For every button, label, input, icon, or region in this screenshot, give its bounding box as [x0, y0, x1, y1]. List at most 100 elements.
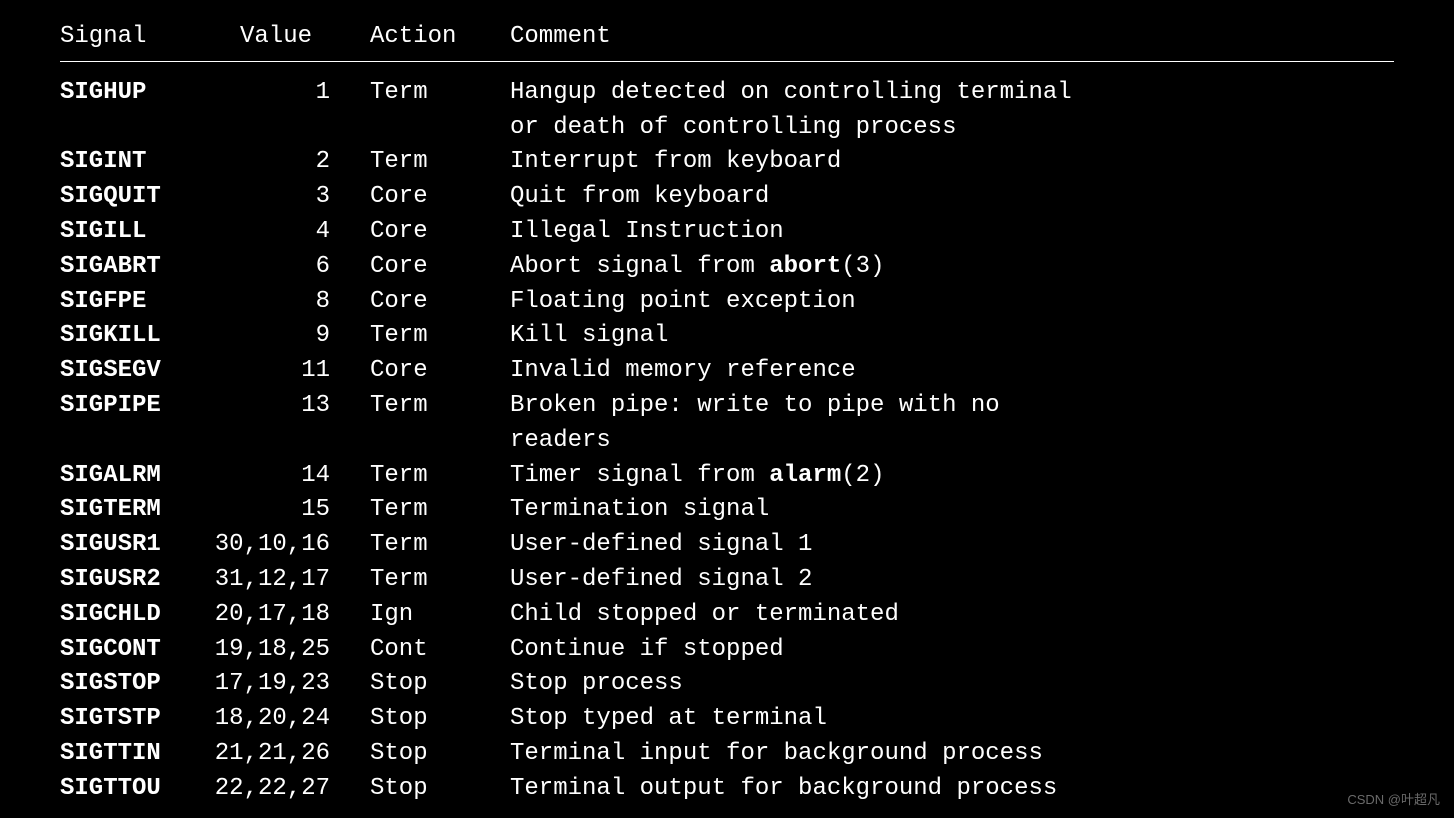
signal-action: Term — [370, 493, 510, 528]
signal-comment: Timer signal from alarm(2) — [510, 459, 1394, 494]
comment-text-pre: Timer signal from — [510, 462, 769, 489]
signal-name: SIGCHLD — [60, 598, 210, 633]
signal-comment: Broken pipe: write to pipe with no reade… — [510, 389, 1394, 459]
table-row: SIGINT 2TermInterrupt from keyboard — [60, 145, 1394, 180]
signal-name: SIGKILL — [60, 319, 210, 354]
signal-value: 2 — [210, 145, 370, 180]
signal-name: SIGTERM — [60, 493, 210, 528]
signal-name: SIGILL — [60, 215, 210, 250]
signal-action: Term — [370, 319, 510, 354]
signal-comment: Invalid memory reference — [510, 354, 1394, 389]
signal-value: 8 — [210, 285, 370, 320]
signal-action: Core — [370, 285, 510, 320]
table-row: SIGTSTP18,20,24StopStop typed at termina… — [60, 702, 1394, 737]
signal-comment: User-defined signal 2 — [510, 563, 1394, 598]
table-row: SIGTTIN21,21,26StopTerminal input for ba… — [60, 737, 1394, 772]
table-row: SIGTERM15TermTermination signal — [60, 493, 1394, 528]
signal-value: 22,22,27 — [210, 772, 370, 807]
signal-comment: Terminal output for background process — [510, 772, 1394, 807]
signal-name: SIGHUP — [60, 76, 210, 111]
signal-name: SIGPIPE — [60, 389, 210, 424]
signal-action: Term — [370, 389, 510, 424]
signal-name: SIGABRT — [60, 250, 210, 285]
signal-value: 21,21,26 — [210, 737, 370, 772]
comment-text-post: (2) — [841, 462, 884, 489]
signal-comment: Stop process — [510, 667, 1394, 702]
signal-value: 19,18,25 — [210, 633, 370, 668]
signal-action: Term — [370, 563, 510, 598]
table-row: SIGUSR231,12,17TermUser-defined signal 2 — [60, 563, 1394, 598]
table-row: SIGKILL 9TermKill signal — [60, 319, 1394, 354]
signal-name: SIGUSR2 — [60, 563, 210, 598]
table-row: SIGABRT 6CoreAbort signal from abort(3) — [60, 250, 1394, 285]
signal-name: SIGSEGV — [60, 354, 210, 389]
signal-comment: Interrupt from keyboard — [510, 145, 1394, 180]
signal-action: Core — [370, 180, 510, 215]
table-row: SIGILL 4CoreIllegal Instruction — [60, 215, 1394, 250]
signal-value: 11 — [210, 354, 370, 389]
signal-name: SIGTSTP — [60, 702, 210, 737]
signal-action: Cont — [370, 633, 510, 668]
signal-name: SIGINT — [60, 145, 210, 180]
comment-text-bold: abort — [769, 253, 841, 280]
signal-comment: Stop typed at terminal — [510, 702, 1394, 737]
table-body: SIGHUP 1TermHangup detected on controlli… — [60, 76, 1394, 807]
signal-comment: Hangup detected on controlling terminal … — [510, 76, 1394, 146]
table-row: SIGTTOU22,22,27StopTerminal output for b… — [60, 772, 1394, 807]
signal-action: Term — [370, 459, 510, 494]
signal-value: 17,19,23 — [210, 667, 370, 702]
comment-text-bold: alarm — [769, 462, 841, 489]
signal-value: 9 — [210, 319, 370, 354]
table-row: SIGPIPE13TermBroken pipe: write to pipe … — [60, 389, 1394, 459]
signal-action: Term — [370, 76, 510, 111]
signal-value: 3 — [210, 180, 370, 215]
table-row: SIGFPE 8CoreFloating point exception — [60, 285, 1394, 320]
signal-action: Core — [370, 215, 510, 250]
signal-action: Stop — [370, 667, 510, 702]
header-value: Value — [210, 20, 370, 55]
signal-comment: Quit from keyboard — [510, 180, 1394, 215]
signal-comment: Illegal Instruction — [510, 215, 1394, 250]
signal-action: Core — [370, 250, 510, 285]
header-action: Action — [370, 20, 510, 55]
signal-name: SIGUSR1 — [60, 528, 210, 563]
signal-value: 6 — [210, 250, 370, 285]
signal-comment: Termination signal — [510, 493, 1394, 528]
signal-value: 14 — [210, 459, 370, 494]
table-header: Signal Value Action Comment — [60, 20, 1394, 62]
signal-action: Stop — [370, 772, 510, 807]
signal-name: SIGQUIT — [60, 180, 210, 215]
table-row: SIGSEGV11CoreInvalid memory reference — [60, 354, 1394, 389]
comment-text-pre: Abort signal from — [510, 253, 769, 280]
watermark: CSDN @叶超凡 — [1347, 791, 1440, 810]
signal-name: SIGTTIN — [60, 737, 210, 772]
signal-name: SIGTTOU — [60, 772, 210, 807]
table-row: SIGCHLD20,17,18IgnChild stopped or termi… — [60, 598, 1394, 633]
signal-action: Core — [370, 354, 510, 389]
table-row: SIGCONT19,18,25ContContinue if stopped — [60, 633, 1394, 668]
signal-comment: Terminal input for background process — [510, 737, 1394, 772]
signal-action: Term — [370, 145, 510, 180]
signal-value: 20,17,18 — [210, 598, 370, 633]
signal-name: SIGSTOP — [60, 667, 210, 702]
signals-table: Signal Value Action Comment SIGHUP 1Term… — [60, 20, 1394, 807]
signal-value: 18,20,24 — [210, 702, 370, 737]
signal-name: SIGALRM — [60, 459, 210, 494]
signal-comment: Abort signal from abort(3) — [510, 250, 1394, 285]
signal-comment: Child stopped or terminated — [510, 598, 1394, 633]
signal-value: 30,10,16 — [210, 528, 370, 563]
table-row: SIGHUP 1TermHangup detected on controlli… — [60, 76, 1394, 146]
header-comment: Comment — [510, 20, 1394, 55]
comment-text-post: (3) — [841, 253, 884, 280]
table-row: SIGUSR130,10,16TermUser-defined signal 1 — [60, 528, 1394, 563]
signal-comment: Floating point exception — [510, 285, 1394, 320]
signal-name: SIGFPE — [60, 285, 210, 320]
table-row: SIGALRM14TermTimer signal from alarm(2) — [60, 459, 1394, 494]
signal-value: 1 — [210, 76, 370, 111]
signal-comment: User-defined signal 1 — [510, 528, 1394, 563]
signal-comment: Kill signal — [510, 319, 1394, 354]
signal-value: 31,12,17 — [210, 563, 370, 598]
signal-value: 4 — [210, 215, 370, 250]
signal-action: Ign — [370, 598, 510, 633]
signal-value: 15 — [210, 493, 370, 528]
